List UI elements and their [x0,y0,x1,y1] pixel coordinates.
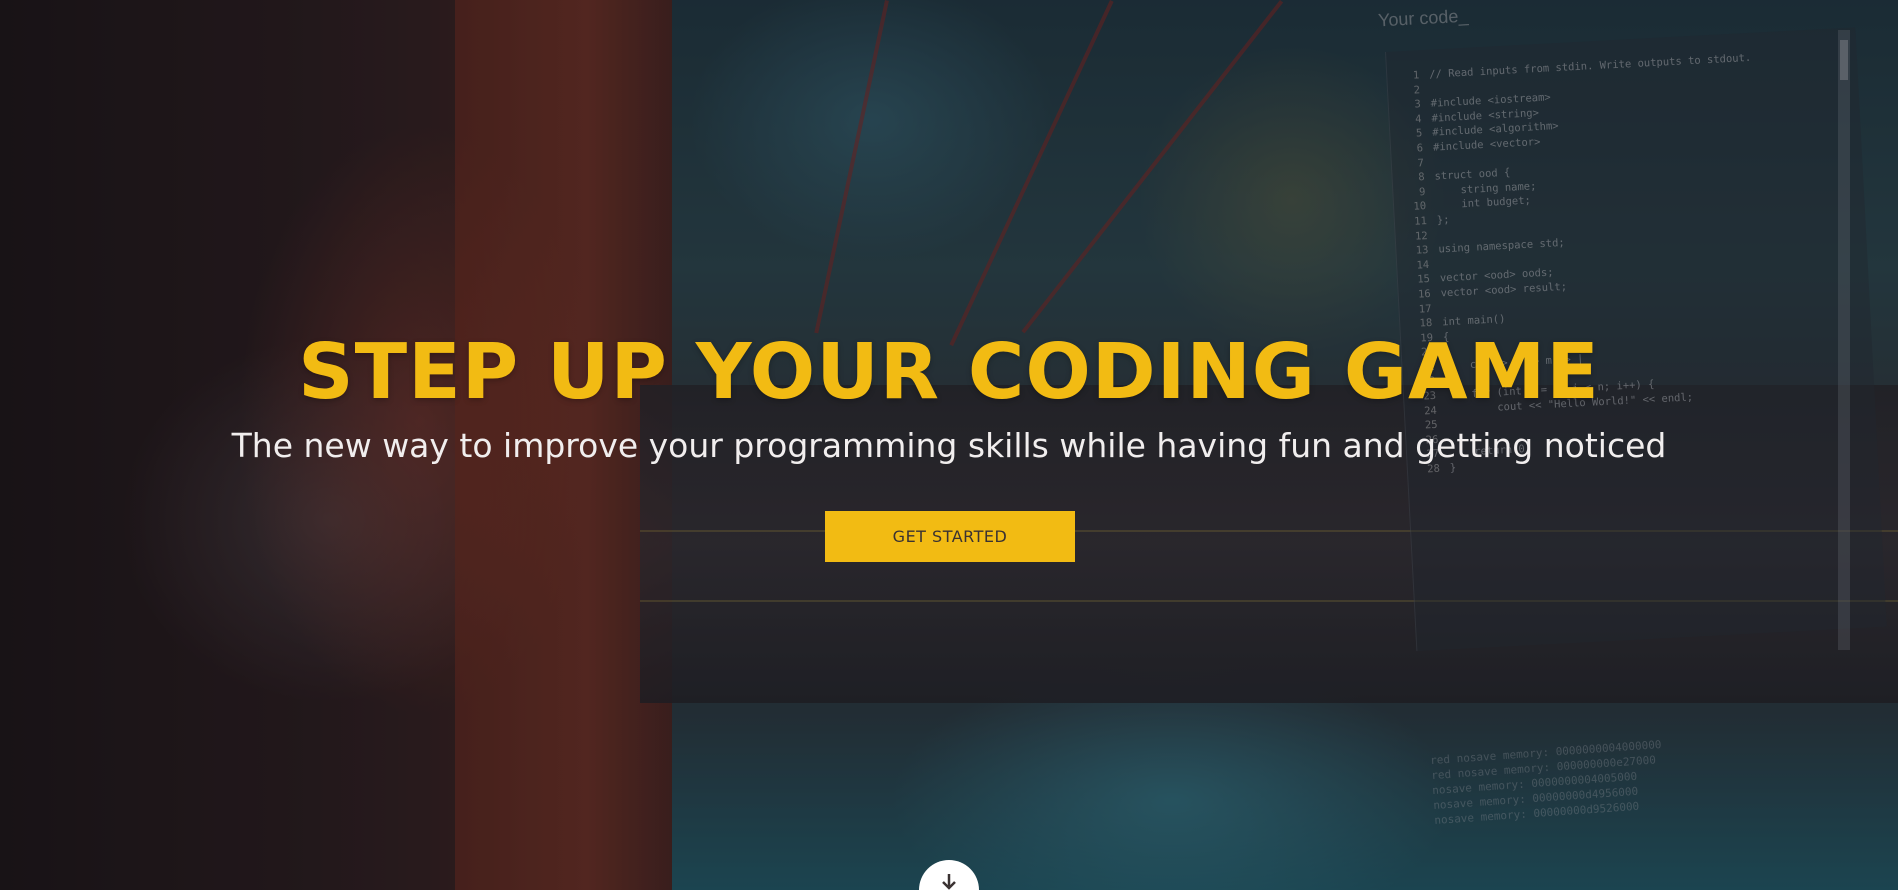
hero-headline: STEP UP YOUR CODING GAME [298,328,1600,417]
hero-subtitle: The new way to improve your programming … [231,426,1667,465]
get-started-button[interactable]: GET STARTED [825,511,1075,562]
hero-section: Your code_ 1// Read inputs from stdin. W… [0,0,1898,890]
